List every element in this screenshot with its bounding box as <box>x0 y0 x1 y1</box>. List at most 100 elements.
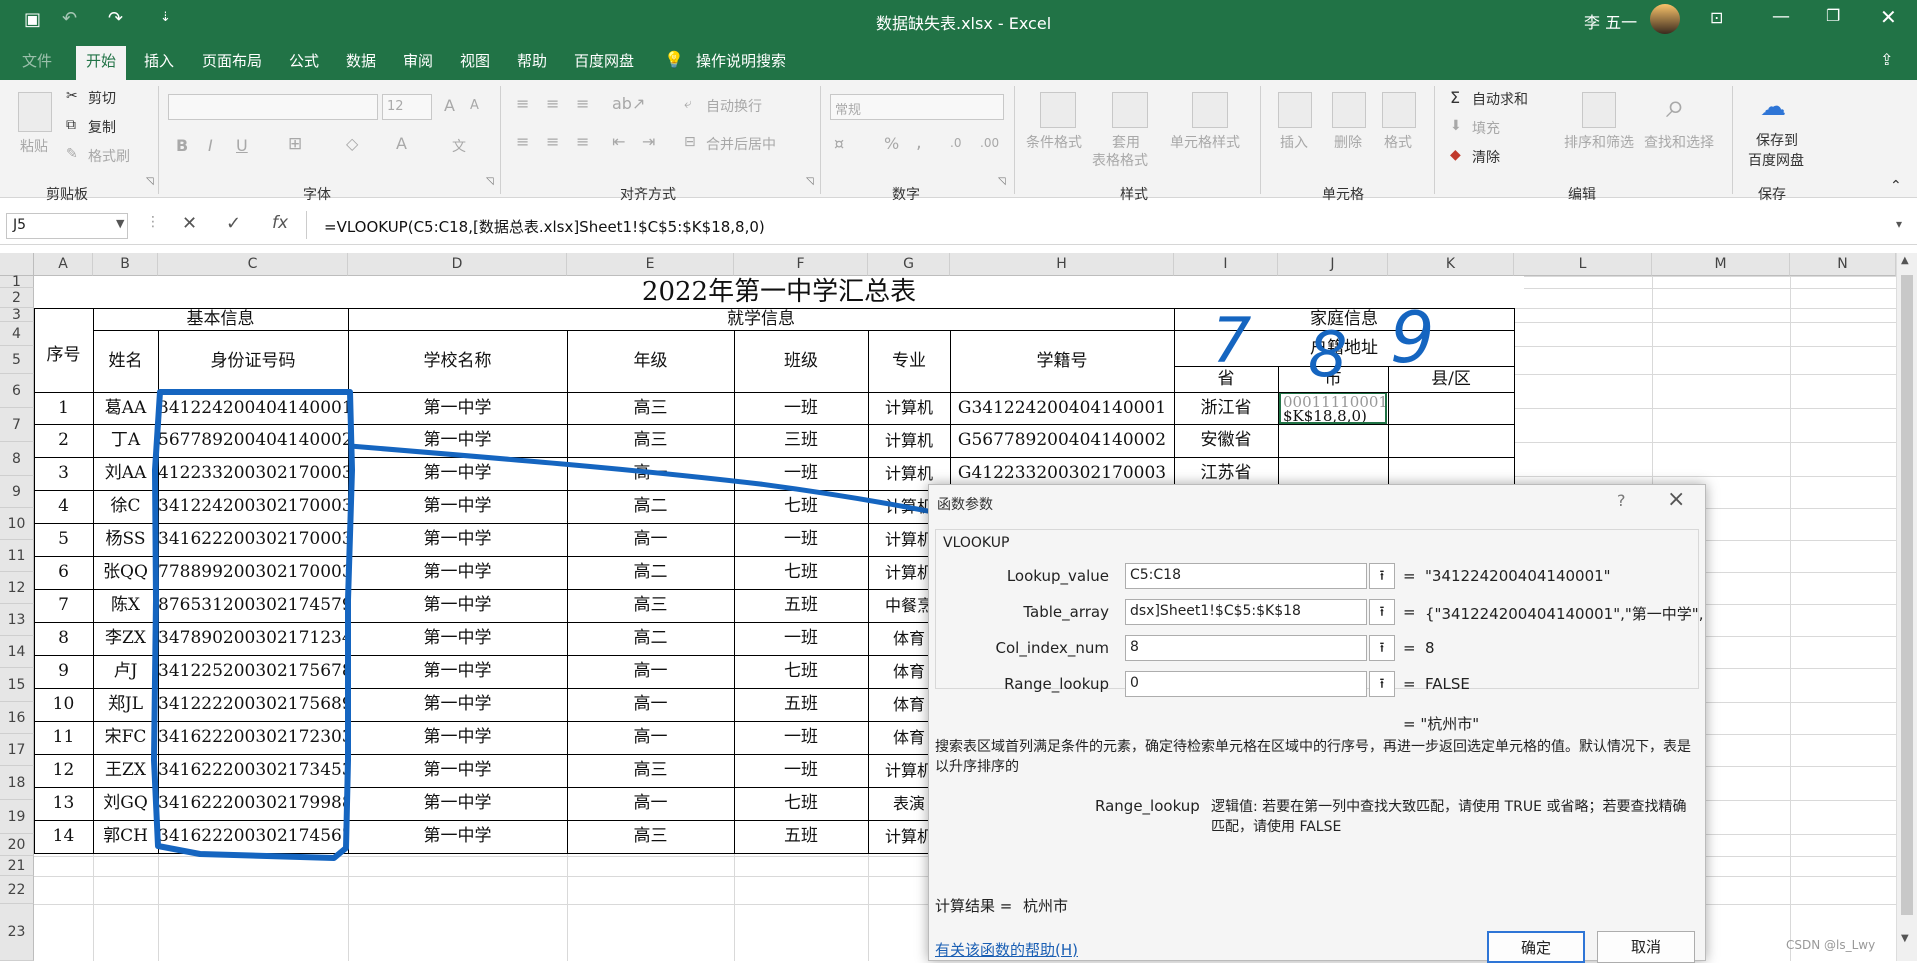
sort-filter-button[interactable]: 排序和筛选 <box>1564 132 1634 152</box>
table-cell[interactable]: 第一中学 <box>348 424 567 457</box>
table-cell[interactable]: 一班 <box>734 457 868 490</box>
row-header[interactable]: 9 <box>0 476 34 508</box>
currency-icon[interactable]: ¤ <box>834 134 844 153</box>
share-icon[interactable]: ⇪ <box>1880 50 1893 69</box>
table-cell[interactable]: 高一 <box>567 523 734 556</box>
row-header[interactable]: 12 <box>0 572 34 604</box>
save-icon[interactable]: ▣ <box>24 9 41 30</box>
column-header[interactable]: C <box>158 253 348 276</box>
font-size-select[interactable]: 12 <box>382 94 432 120</box>
save-to-baidu-button[interactable]: 保存到 <box>1756 130 1798 150</box>
table-cell[interactable]: 341224200302170003 <box>158 490 348 523</box>
table-cell[interactable]: 高一 <box>567 721 734 754</box>
font-color-button[interactable]: A <box>396 134 407 153</box>
table-cell[interactable]: 高一 <box>567 655 734 688</box>
column-header[interactable]: E <box>567 253 734 276</box>
table-cell[interactable] <box>1388 424 1514 457</box>
header-family-info[interactable]: 家庭信息 <box>1174 308 1514 330</box>
table-cell[interactable]: 陈X <box>93 589 158 622</box>
table-cell[interactable]: 第一中学 <box>348 490 567 523</box>
table-cell[interactable]: 五班 <box>734 589 868 622</box>
insert-cells-button[interactable]: 插入 <box>1280 132 1308 152</box>
column-header[interactable]: B <box>93 253 158 276</box>
merge-center-button[interactable]: 合并后居中 <box>706 134 776 154</box>
autosum-button[interactable]: 自动求和 <box>1472 89 1528 109</box>
table-cell[interactable]: 郭CH <box>93 820 158 853</box>
copy-button[interactable]: 复制 <box>88 117 116 137</box>
table-cell[interactable]: 5 <box>34 523 93 556</box>
align-bottom-icon[interactable]: ≡ <box>576 94 589 113</box>
align-center-icon[interactable]: ≡ <box>546 132 559 151</box>
table-cell[interactable]: 刘GQ <box>93 787 158 820</box>
table-array-input[interactable]: dsx]Sheet1!$C$5:$K$18 <box>1125 599 1367 625</box>
undo-icon[interactable]: ↶ <box>62 8 77 29</box>
table-cell[interactable]: G341224200404140001 <box>950 392 1174 424</box>
table-cell[interactable]: G567789200404140002 <box>950 424 1174 457</box>
increase-decimal-icon[interactable]: .0 <box>950 136 961 150</box>
collapse-dialog-icon[interactable]: ⭱ <box>1369 635 1395 661</box>
scroll-down-icon[interactable]: ▼ <box>1901 933 1909 944</box>
tab-help[interactable]: 帮助 <box>517 50 547 71</box>
border-icon[interactable]: ⊞ <box>288 134 302 154</box>
row-header[interactable]: 17 <box>0 734 34 766</box>
table-cell[interactable]: 11 <box>34 721 93 754</box>
collapse-dialog-icon[interactable]: ⭱ <box>1369 599 1395 625</box>
ok-button[interactable]: 确定 <box>1487 931 1585 963</box>
header-major[interactable]: 专业 <box>868 330 950 392</box>
table-cell[interactable]: 第一中学 <box>348 820 567 853</box>
increase-indent-icon[interactable]: ⇥ <box>642 132 655 151</box>
row-header[interactable]: 11 <box>0 540 34 572</box>
user-name[interactable]: 李 五一 <box>1584 9 1637 33</box>
table-cell[interactable]: 8 <box>34 622 93 655</box>
table-cell[interactable]: 13 <box>34 787 93 820</box>
table-cell[interactable]: 丁A <box>93 424 158 457</box>
clear-button[interactable]: 清除 <box>1472 147 1500 167</box>
table-cell[interactable]: 第一中学 <box>348 589 567 622</box>
column-header[interactable]: N <box>1790 253 1896 276</box>
fill-button[interactable]: 填充 <box>1472 118 1500 138</box>
number-format-select[interactable]: 常规 <box>830 94 1004 120</box>
table-cell[interactable]: 高二 <box>567 622 734 655</box>
table-cell[interactable]: 第一中学 <box>348 457 567 490</box>
table-cell[interactable]: 七班 <box>734 556 868 589</box>
col-index-num-input[interactable]: 8 <box>1125 635 1367 661</box>
header-student-no[interactable]: 学籍号 <box>950 330 1174 392</box>
table-cell[interactable] <box>1388 392 1514 424</box>
table-cell[interactable]: 341622200302170003 <box>158 523 348 556</box>
paste-button[interactable]: 粘贴 <box>20 136 48 156</box>
row-header[interactable]: 20 <box>0 834 34 856</box>
clipboard-launcher-icon[interactable]: ◹ <box>146 176 154 187</box>
header-basic-info[interactable]: 基本信息 <box>93 308 348 330</box>
underline-button[interactable]: U <box>236 136 248 155</box>
scrollbar-thumb[interactable] <box>1901 275 1913 915</box>
table-cell[interactable]: 一班 <box>734 721 868 754</box>
row-header[interactable]: 1 <box>0 275 34 289</box>
header-city[interactable]: 市 <box>1278 366 1388 392</box>
format-as-table-button[interactable]: 套用 <box>1112 132 1140 152</box>
column-header[interactable]: K <box>1388 253 1514 276</box>
table-cell[interactable]: 412233200302170003 <box>158 457 348 490</box>
tab-baidu-netdisk[interactable]: 百度网盘 <box>574 50 634 71</box>
tab-home[interactable]: 开始 <box>76 46 127 80</box>
collapse-dialog-icon[interactable]: ⭱ <box>1369 563 1395 589</box>
cut-button[interactable]: 剪切 <box>88 88 116 108</box>
table-cell[interactable]: 计算机 <box>868 424 950 457</box>
table-cell[interactable]: 一班 <box>734 622 868 655</box>
table-cell[interactable]: 高三 <box>567 820 734 853</box>
table-cell[interactable]: 七班 <box>734 655 868 688</box>
cell-styles-button[interactable]: 单元格样式 <box>1170 132 1240 152</box>
name-box-dropdown-icon[interactable]: ▼ <box>116 217 124 230</box>
row-header[interactable]: 2 <box>0 288 34 308</box>
table-cell[interactable]: 高三 <box>567 754 734 787</box>
table-cell[interactable]: 三班 <box>734 424 868 457</box>
table-cell[interactable]: 3 <box>34 457 93 490</box>
table-cell[interactable]: 五班 <box>734 688 868 721</box>
find-select-button[interactable]: 查找和选择 <box>1644 132 1714 152</box>
close-icon[interactable]: ✕ <box>1880 5 1897 29</box>
tab-data[interactable]: 数据 <box>346 50 376 71</box>
row-header[interactable]: 6 <box>0 374 34 408</box>
column-header[interactable]: M <box>1652 253 1790 276</box>
avatar[interactable] <box>1650 4 1680 34</box>
column-header[interactable]: F <box>734 253 868 276</box>
vertical-scrollbar[interactable]: ▲ ▼ <box>1896 253 1917 961</box>
